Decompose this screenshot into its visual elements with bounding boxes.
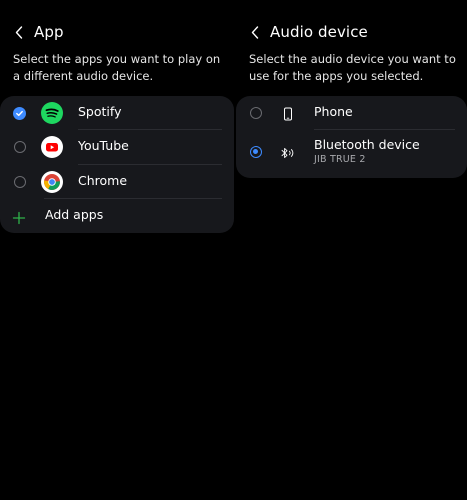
bluetooth-audio-icon: [280, 145, 296, 159]
device-label: Phone: [314, 104, 353, 119]
back-arrow-icon[interactable]: [12, 22, 26, 42]
app-description: Select the apps you want to play on a di…: [13, 52, 221, 83]
spotify-icon: [41, 102, 63, 124]
app-list-card: Spotify YouTube Chrome Add apps: [0, 96, 234, 233]
youtube-icon: [41, 136, 63, 158]
back-arrow-icon[interactable]: [248, 22, 262, 42]
device-sublabel: JIB TRUE 2: [314, 154, 366, 165]
app-header: App: [12, 20, 64, 44]
app-label: Spotify: [78, 104, 122, 119]
audio-header: Audio device: [248, 20, 368, 44]
page-title: Audio device: [270, 23, 368, 41]
page-title: App: [34, 23, 64, 41]
add-apps-button[interactable]: Add apps: [0, 199, 234, 233]
radio-button[interactable]: [14, 176, 26, 188]
radio-button[interactable]: [250, 107, 262, 119]
audio-description: Select the audio device you want to use …: [249, 52, 456, 83]
device-row-bluetooth[interactable]: Bluetooth device JIB TRUE 2: [236, 130, 467, 178]
radio-button[interactable]: [14, 141, 26, 153]
device-row-phone[interactable]: Phone: [236, 96, 467, 130]
app-row-spotify[interactable]: Spotify: [0, 96, 234, 130]
app-label: Chrome: [78, 173, 128, 188]
app-row-youtube[interactable]: YouTube: [0, 130, 234, 165]
chrome-icon: [41, 171, 63, 193]
plus-icon: [12, 210, 26, 225]
app-label: YouTube: [78, 138, 129, 153]
audio-device-card: Phone Bluetooth device JIB TRUE 2: [236, 96, 467, 178]
device-label: Bluetooth device: [314, 137, 420, 152]
add-apps-label: Add apps: [45, 207, 104, 222]
checked-checkbox[interactable]: [13, 107, 26, 120]
radio-button-selected[interactable]: [250, 146, 262, 158]
phone-icon: [282, 106, 294, 121]
app-row-chrome[interactable]: Chrome: [0, 165, 234, 199]
